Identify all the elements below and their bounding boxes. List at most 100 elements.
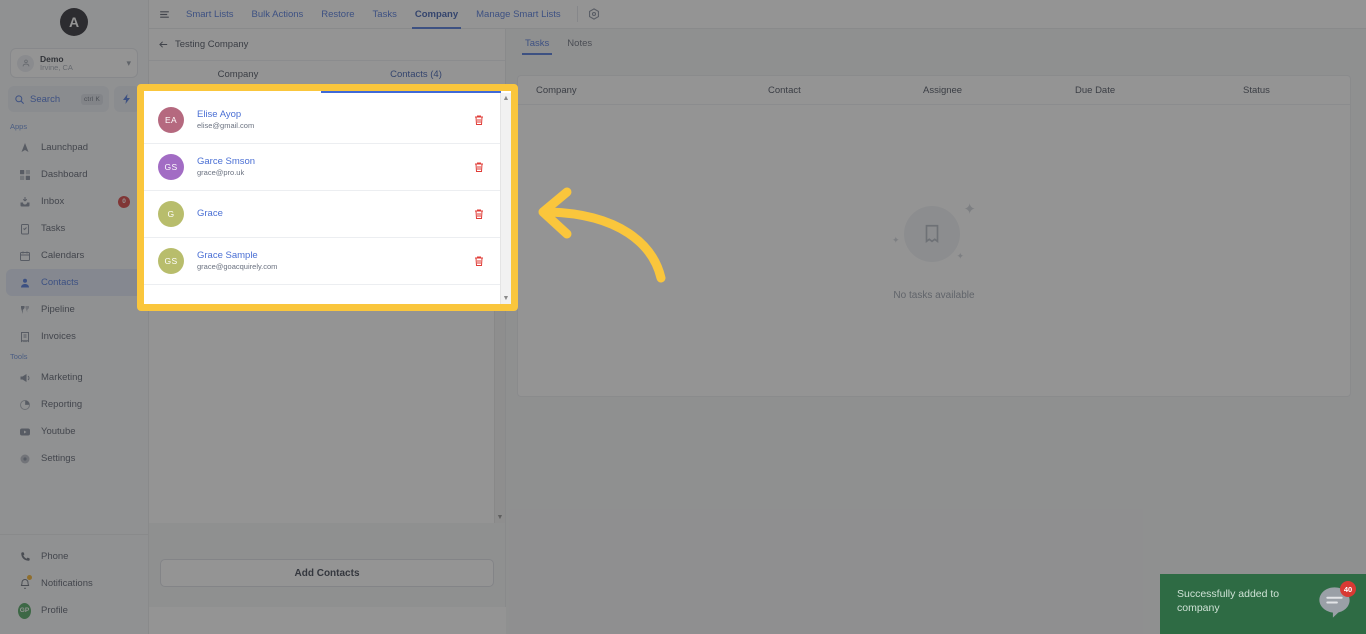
sidebar-item-dashboard[interactable]: Dashboard [6, 161, 142, 188]
lightning-bolt-icon [123, 94, 130, 104]
sidebar-group-label-tools: Tools [10, 352, 28, 361]
tab-smart-lists[interactable]: Smart Lists [177, 0, 243, 29]
add-contacts-wrap: Add Contacts [149, 559, 505, 587]
logo-icon: A [60, 8, 88, 36]
app-logo[interactable]: A [0, 0, 148, 44]
tab-notes[interactable]: Notes [558, 29, 601, 58]
contact-text: Grace Sample grace@goacquirely.com [197, 250, 459, 273]
sidebar-label: Dashboard [41, 169, 88, 180]
trash-icon [475, 209, 483, 219]
tab-restore[interactable]: Restore [312, 0, 363, 29]
search-shortcut: ctrl K [80, 93, 103, 105]
highlight-list-item[interactable]: G Grace [144, 191, 500, 238]
contact-email: elise@gmail.com [197, 121, 255, 131]
sidebar-item-pipeline[interactable]: Pipeline [6, 296, 142, 323]
delete-contact-button[interactable] [472, 160, 486, 174]
sidebar-label: Notifications [41, 578, 93, 589]
delete-contact-button[interactable] [472, 254, 486, 268]
trash-icon [475, 115, 483, 125]
sidebar-label: Contacts [41, 277, 79, 288]
youtube-icon [18, 425, 31, 438]
contact-name[interactable]: Grace Sample [197, 250, 459, 263]
sidebar-item-contacts[interactable]: Contacts [6, 269, 142, 296]
avatar: GS [158, 248, 184, 274]
triangle-down-icon[interactable]: ▼ [503, 293, 510, 304]
sidebar-label: Reporting [41, 399, 83, 410]
contact-name[interactable]: Grace [197, 208, 459, 221]
avatar: GS [158, 154, 184, 180]
column-header-contact: Contact [768, 84, 801, 96]
column-header-assignee: Assignee [923, 84, 963, 96]
panel-tab-company[interactable]: Company [149, 61, 327, 87]
sidebar-item-invoices[interactable]: Invoices [6, 323, 142, 350]
sidebar-item-reporting[interactable]: Reporting [6, 391, 142, 418]
launchpad-icon [18, 141, 31, 154]
trash-icon [475, 162, 483, 172]
column-header-status: Status [1243, 84, 1270, 96]
delete-contact-button[interactable] [472, 207, 486, 221]
highlight-list-item[interactable]: GS Grace Sample grace@goacquirely.com [144, 238, 500, 285]
toast-message: Successfully added to company [1177, 588, 1280, 615]
sidebar-item-profile[interactable]: GP Profile [6, 597, 142, 624]
triangle-down-icon[interactable]: ▼ [497, 512, 504, 523]
sidebar-label: Pipeline [41, 304, 75, 315]
main-tabs: Tasks Notes [506, 29, 1366, 58]
search-input[interactable]: Search ctrl K [8, 86, 109, 112]
triangle-up-icon[interactable]: ▲ [503, 93, 510, 104]
sidebar-label: Settings [41, 453, 76, 464]
tab-manage-smart-lists[interactable]: Manage Smart Lists [467, 0, 569, 29]
chat-widget-button[interactable]: 40 [1317, 581, 1356, 620]
highlight-scrollbar[interactable]: ▲ ▼ [500, 93, 511, 304]
settings-button[interactable] [585, 5, 603, 23]
add-contacts-button[interactable]: Add Contacts [160, 559, 494, 587]
calendar-icon [18, 249, 31, 262]
sidebar-nav-tools: Marketing Reporting Youtube Settings [0, 364, 148, 472]
phone-icon [18, 550, 31, 563]
contact-name[interactable]: Elise Ayop [197, 109, 459, 122]
tab-tasks[interactable]: Tasks [364, 0, 406, 29]
highlight-list-item[interactable]: GS Garce Smson grace@pro.uk [144, 144, 500, 191]
sparkle-icon: ✦ [963, 201, 976, 218]
search-icon [15, 94, 24, 104]
tab-tasks[interactable]: Tasks [516, 29, 558, 58]
sidebar-label: Inbox [41, 196, 65, 207]
sidebar-item-settings[interactable]: Settings [6, 445, 142, 472]
tab-company[interactable]: Company [406, 0, 467, 29]
sidebar-label: Youtube [41, 426, 76, 437]
chevron-down-icon: ▾ [126, 57, 131, 68]
megaphone-icon [18, 371, 31, 384]
hamburger-menu-button[interactable] [151, 8, 177, 21]
settings-icon [18, 452, 31, 465]
detail-panel-tabs: Company Contacts (4) [149, 61, 505, 87]
sidebar-item-calendars[interactable]: Calendars [6, 242, 142, 269]
main-content: Tasks Notes Company Contact Assignee Due… [506, 29, 1366, 634]
empty-circle [904, 206, 960, 262]
empty-state-text: No tasks available [893, 290, 975, 301]
trash-icon [475, 256, 483, 266]
sidebar-item-notifications[interactable]: Notifications [6, 570, 142, 597]
sidebar-label: Marketing [41, 372, 83, 383]
gear-icon [588, 8, 599, 20]
contact-email: grace@goacquirely.com [197, 262, 278, 272]
sidebar-item-phone[interactable]: Phone [6, 543, 142, 570]
app-root: A Demo Irvine, CA ▾ Search ctrl K Apps L… [0, 0, 1366, 634]
contacts-icon [18, 276, 31, 289]
sidebar-bottom-nav: Phone Notifications GP Profile [0, 534, 148, 634]
location-switcher[interactable]: Demo Irvine, CA ▾ [10, 48, 138, 78]
sidebar-item-launchpad[interactable]: Launchpad [6, 134, 142, 161]
quick-action-button[interactable] [114, 86, 140, 112]
tab-bulk-actions[interactable]: Bulk Actions [243, 0, 313, 29]
sparkle-icon: ✦ [892, 235, 900, 245]
panel-tab-contacts[interactable]: Contacts (4) [327, 61, 505, 87]
sidebar-item-inbox[interactable]: Inbox 0 [6, 188, 142, 215]
highlight-list-item[interactable]: EA Elise Ayop elise@gmail.com [144, 97, 500, 144]
contact-name[interactable]: Garce Smson [197, 156, 459, 169]
sidebar-item-marketing[interactable]: Marketing [6, 364, 142, 391]
avatar-icon: GP [18, 602, 31, 619]
contact-text: Garce Smson grace@pro.uk [197, 156, 459, 179]
delete-contact-button[interactable] [472, 113, 486, 127]
sidebar-item-tasks[interactable]: Tasks [6, 215, 142, 242]
column-header-due-date: Due Date [1075, 84, 1116, 96]
breadcrumb[interactable]: Testing Company [149, 29, 505, 61]
sidebar-item-youtube[interactable]: Youtube [6, 418, 142, 445]
